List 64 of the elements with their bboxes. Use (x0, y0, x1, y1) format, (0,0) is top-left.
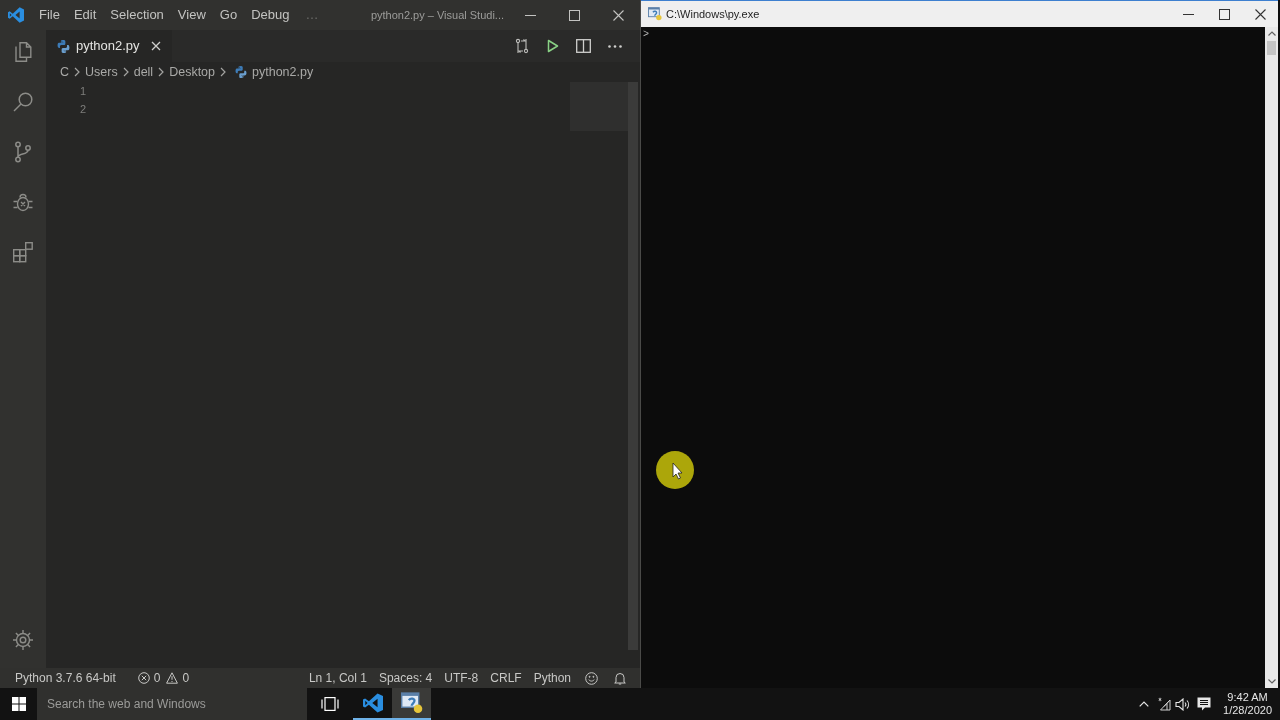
chevron-right-icon (74, 67, 81, 77)
play-icon (546, 39, 559, 53)
minimize-icon (1182, 13, 1194, 15)
python-file-icon (235, 66, 247, 78)
line-number: 2 (79, 102, 86, 117)
bell-icon (614, 671, 626, 685)
smiley-icon (585, 671, 598, 685)
menu-item[interactable]: File (32, 5, 67, 25)
window-title: python2.py – Visual Studi... (370, 7, 504, 23)
error-icon (137, 672, 150, 684)
status-item[interactable]: Python (527, 669, 577, 687)
menu-item[interactable]: Go (212, 5, 245, 25)
extensions-icon[interactable] (11, 240, 35, 264)
editor-tab[interactable]: python2.py (46, 30, 172, 62)
notification-icon[interactable] (1197, 697, 1212, 711)
console-window-icon (400, 692, 423, 714)
vscode-logo-icon (8, 7, 24, 23)
line-number: 1 (79, 84, 86, 99)
speaker-icon[interactable] (1175, 697, 1191, 711)
mouse-cursor-icon (655, 450, 695, 490)
chevron-right-icon (220, 67, 226, 77)
chevron-right-icon (122, 67, 129, 77)
windows-logo-icon (11, 697, 26, 711)
network-icon[interactable] (1156, 697, 1172, 711)
window-title: C:\Windows\py.exe (666, 6, 760, 22)
menu-item[interactable]: Debug (244, 5, 297, 25)
taskbar-app-button[interactable] (392, 688, 431, 720)
task-view-icon (321, 697, 339, 711)
console-text: > (643, 28, 649, 41)
breadcrumb-item[interactable]: Desktop (169, 62, 215, 82)
menu-item[interactable]: View (170, 5, 213, 25)
minimize-icon (524, 14, 536, 16)
search-field[interactable]: Search the web and Windows (37, 688, 307, 720)
search-icon[interactable] (11, 90, 35, 114)
warning-icon (166, 672, 179, 684)
breadcrumb-item[interactable]: C (60, 62, 70, 82)
split-editor-icon (576, 39, 591, 53)
vscode-logo-icon (362, 693, 383, 713)
menu-item[interactable]: Selection (103, 5, 171, 25)
status-item[interactable]: CRLF (484, 669, 528, 687)
close-icon (612, 9, 624, 21)
problems-status[interactable]: 0 0 (132, 669, 195, 687)
close-icon (1254, 8, 1266, 20)
console-window-icon (648, 7, 662, 21)
chevron-right-icon (158, 67, 165, 77)
maximize-icon (568, 9, 580, 21)
chevron-up-icon[interactable] (1139, 701, 1150, 707)
status-item[interactable]: UTF-8 (438, 669, 485, 687)
maximize-icon (1218, 8, 1230, 20)
breadcrumb-item[interactable]: dell (133, 62, 154, 82)
settings-icon[interactable] (11, 628, 35, 652)
compare-icon (513, 38, 530, 54)
more-icon (607, 44, 622, 48)
clock-date[interactable]: 1/28/2020 (1223, 704, 1272, 717)
menu-item[interactable]: Edit (66, 5, 104, 25)
breadcrumb-item[interactable]: Users (85, 62, 118, 82)
status-item[interactable]: Ln 1, Col 1 (302, 669, 373, 687)
status-item[interactable]: Python 3.7.6 64-bit (10, 669, 121, 687)
clock-time[interactable]: 9:42 AM (1227, 691, 1268, 704)
scrollbar-thumb[interactable] (1267, 41, 1276, 55)
status-item[interactable]: Spaces: 4 (372, 669, 439, 687)
breadcrumb-item[interactable]: python2.py (235, 62, 314, 82)
python-file-icon (57, 39, 70, 53)
close-icon (150, 41, 161, 51)
